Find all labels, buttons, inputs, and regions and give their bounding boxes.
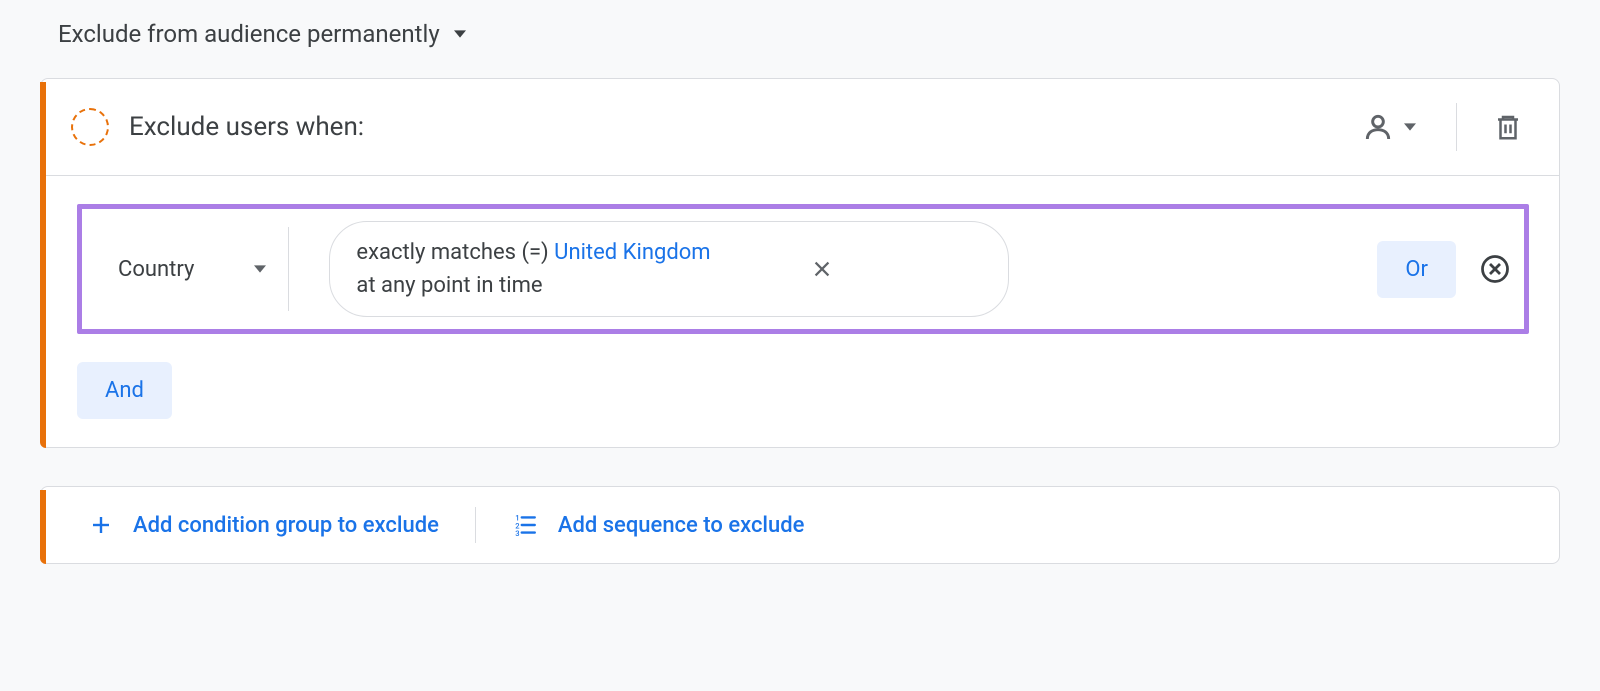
or-button[interactable]: Or bbox=[1377, 241, 1456, 298]
caret-down-icon bbox=[1404, 123, 1416, 131]
close-icon bbox=[811, 258, 833, 280]
divider bbox=[475, 507, 476, 543]
panel-title: Exclude users when: bbox=[129, 112, 1352, 142]
add-sequence-label: Add sequence to exclude bbox=[558, 513, 805, 538]
delete-button[interactable] bbox=[1487, 106, 1529, 148]
close-circle-icon bbox=[1480, 254, 1510, 284]
dimension-select[interactable]: Country bbox=[96, 234, 288, 304]
scope-dropdown[interactable] bbox=[1352, 105, 1426, 149]
person-icon bbox=[1362, 111, 1394, 143]
panel-header: Exclude users when: bbox=[41, 79, 1559, 176]
panel-body: Country exactly matches (=) United Kingd… bbox=[41, 176, 1559, 447]
sequence-icon: 1 2 3 bbox=[512, 512, 538, 538]
and-label: And bbox=[105, 378, 144, 403]
plus-icon bbox=[89, 513, 113, 537]
action-panel: Add condition group to exclude 1 2 3 Add… bbox=[40, 486, 1560, 564]
action-bar: Add condition group to exclude 1 2 3 Add… bbox=[41, 487, 1559, 563]
operator-text: exactly matches (=) bbox=[356, 240, 554, 265]
add-condition-group-button[interactable]: Add condition group to exclude bbox=[89, 513, 439, 538]
exclude-panel: Exclude users when: bbox=[40, 78, 1560, 448]
remove-condition-button[interactable] bbox=[1480, 254, 1510, 284]
header-controls bbox=[1352, 103, 1529, 151]
add-condition-group-label: Add condition group to exclude bbox=[133, 513, 439, 538]
caret-down-icon bbox=[254, 265, 266, 273]
add-sequence-button[interactable]: 1 2 3 Add sequence to exclude bbox=[512, 512, 805, 538]
exclude-mode-label: Exclude from audience permanently bbox=[58, 20, 440, 48]
or-label: Or bbox=[1405, 257, 1428, 282]
divider bbox=[1456, 103, 1457, 151]
condition-pill[interactable]: exactly matches (=) United Kingdom at an… bbox=[329, 221, 1009, 317]
trash-icon bbox=[1493, 112, 1523, 142]
svg-text:3: 3 bbox=[515, 529, 519, 538]
exclude-mode-dropdown[interactable]: Exclude from audience permanently bbox=[58, 20, 1560, 48]
exclude-indicator-icon bbox=[71, 108, 109, 146]
condition-row: Country exactly matches (=) United Kingd… bbox=[77, 204, 1529, 334]
caret-down-icon bbox=[454, 30, 466, 38]
dimension-label: Country bbox=[118, 257, 194, 282]
condition-text: exactly matches (=) United Kingdom at an… bbox=[356, 236, 710, 302]
condition-value: United Kingdom bbox=[554, 240, 710, 265]
and-button[interactable]: And bbox=[77, 362, 172, 419]
divider bbox=[288, 227, 289, 311]
time-scope-text: at any point in time bbox=[356, 273, 542, 298]
clear-condition-button[interactable] bbox=[811, 258, 833, 280]
